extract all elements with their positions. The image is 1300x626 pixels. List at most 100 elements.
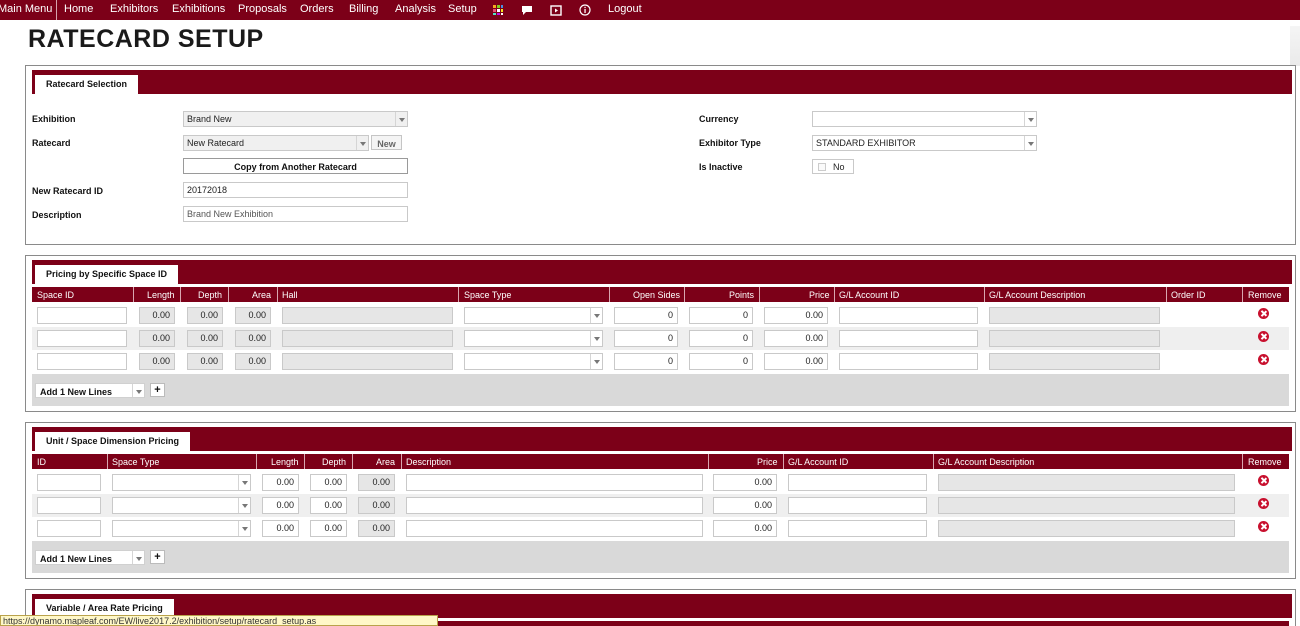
gl-account-id-input[interactable] (839, 307, 978, 324)
nav-orders[interactable]: Orders (300, 3, 334, 15)
description-input[interactable] (406, 474, 703, 491)
gl-account-description-input[interactable] (938, 520, 1235, 537)
tab-pricing-by-space-id[interactable]: Pricing by Specific Space ID (35, 265, 179, 284)
gl-account-description-input[interactable] (938, 497, 1235, 514)
space-id-input[interactable] (37, 307, 127, 324)
space-id-input[interactable] (37, 353, 127, 370)
price-input[interactable]: 0.00 (764, 307, 828, 324)
header-separator (759, 287, 760, 302)
new-ratecard-button[interactable]: New (371, 135, 402, 150)
space-type-select[interactable] (464, 353, 603, 370)
length-input[interactable]: 0.00 (262, 497, 299, 514)
remove-icon[interactable] (1258, 354, 1269, 365)
is-inactive-toggle[interactable]: No (812, 159, 854, 174)
id-input[interactable] (37, 520, 101, 537)
remove-icon[interactable] (1258, 475, 1269, 486)
points-input[interactable]: 0 (689, 353, 753, 370)
open-sides-input[interactable]: 0 (614, 353, 678, 370)
remove-icon[interactable] (1258, 331, 1269, 342)
info-icon[interactable] (579, 4, 591, 16)
gl-account-id-input[interactable] (788, 497, 927, 514)
copy-ratecard-button[interactable]: Copy from Another Ratecard (183, 158, 408, 174)
currency-select[interactable] (812, 111, 1037, 127)
add-lines-select[interactable]: Add 1 New Lines (35, 383, 145, 398)
hall-input[interactable] (282, 307, 453, 324)
gl-account-id-input[interactable] (839, 353, 978, 370)
space-type-select[interactable] (112, 520, 251, 537)
exhibition-select[interactable]: Brand New (183, 111, 408, 127)
length-input[interactable]: 0.00 (139, 330, 175, 347)
add-lines-select[interactable]: Add 1 New Lines (35, 550, 145, 565)
depth-input[interactable]: 0.00 (310, 474, 347, 491)
price-input[interactable]: 0.00 (713, 497, 777, 514)
hall-input[interactable] (282, 353, 453, 370)
space-type-select[interactable] (464, 307, 603, 324)
ratecard-select[interactable]: New Ratecard (183, 135, 369, 151)
nav-setup[interactable]: Setup (448, 3, 477, 15)
gl-account-description-input[interactable] (989, 330, 1160, 347)
open-sides-input[interactable]: 0 (614, 330, 678, 347)
tab-unit-space-dimension-pricing[interactable]: Unit / Space Dimension Pricing (35, 432, 191, 451)
space-type-select[interactable] (112, 474, 251, 491)
gl-account-id-input[interactable] (788, 520, 927, 537)
area-input[interactable]: 0.00 (235, 307, 271, 324)
remove-icon[interactable] (1258, 521, 1269, 532)
space-type-select[interactable] (464, 330, 603, 347)
add-lines-button[interactable]: + (150, 550, 165, 564)
id-input[interactable] (37, 474, 101, 491)
description-input[interactable] (406, 497, 703, 514)
new-ratecard-id-input[interactable]: 20172018 (183, 182, 408, 198)
table-row: 0.00 0.00 0.00 0 0 0.00 (32, 304, 1289, 327)
depth-input[interactable]: 0.00 (310, 520, 347, 537)
video-icon[interactable] (550, 4, 562, 16)
remove-icon[interactable] (1258, 308, 1269, 319)
depth-input[interactable]: 0.00 (187, 353, 223, 370)
depth-input[interactable]: 0.00 (310, 497, 347, 514)
chat-icon[interactable] (521, 4, 533, 16)
area-input[interactable]: 0.00 (235, 353, 271, 370)
description-input[interactable] (406, 520, 703, 537)
grid-icon[interactable] (492, 4, 504, 16)
space-id-input[interactable] (37, 330, 127, 347)
gl-account-description-input[interactable] (989, 353, 1160, 370)
area-input[interactable]: 0.00 (358, 474, 395, 491)
price-input[interactable]: 0.00 (764, 353, 828, 370)
price-input[interactable]: 0.00 (713, 520, 777, 537)
open-sides-input[interactable]: 0 (614, 307, 678, 324)
remove-icon[interactable] (1258, 498, 1269, 509)
price-input[interactable]: 0.00 (713, 474, 777, 491)
length-input[interactable]: 0.00 (139, 353, 175, 370)
price-input[interactable]: 0.00 (764, 330, 828, 347)
nav-logout[interactable]: Logout (608, 3, 642, 15)
depth-input[interactable]: 0.00 (187, 307, 223, 324)
points-input[interactable]: 0 (689, 307, 753, 324)
length-input[interactable]: 0.00 (139, 307, 175, 324)
length-input[interactable]: 0.00 (262, 474, 299, 491)
area-input[interactable]: 0.00 (358, 520, 395, 537)
nav-exhibitions[interactable]: Exhibitions (172, 3, 225, 15)
nav-home[interactable]: Home (64, 3, 93, 15)
gl-account-description-input[interactable] (989, 307, 1160, 324)
gl-account-id-input[interactable] (839, 330, 978, 347)
depth-input[interactable]: 0.00 (187, 330, 223, 347)
exhibitor-type-select[interactable]: STANDARD EXHIBITOR (812, 135, 1037, 151)
area-input[interactable]: 0.00 (235, 330, 271, 347)
scrollbar[interactable] (1290, 26, 1300, 66)
hall-input[interactable] (282, 330, 453, 347)
id-input[interactable] (37, 497, 101, 514)
area-input[interactable]: 0.00 (358, 497, 395, 514)
tab-ratecard-selection[interactable]: Ratecard Selection (35, 75, 139, 94)
nav-billing[interactable]: Billing (349, 3, 378, 15)
gl-account-description-input[interactable] (938, 474, 1235, 491)
nav-main-menu[interactable]: Main Menu (0, 3, 52, 15)
nav-proposals[interactable]: Proposals (238, 3, 287, 15)
gl-account-id-input[interactable] (788, 474, 927, 491)
description-input[interactable]: Brand New Exhibition (183, 206, 408, 222)
points-input[interactable]: 0 (689, 330, 753, 347)
space-type-select[interactable] (112, 497, 251, 514)
exhibition-value: Brand New (187, 114, 232, 124)
nav-analysis[interactable]: Analysis (395, 3, 436, 15)
length-input[interactable]: 0.00 (262, 520, 299, 537)
nav-exhibitors[interactable]: Exhibitors (110, 3, 158, 15)
add-lines-button[interactable]: + (150, 383, 165, 397)
